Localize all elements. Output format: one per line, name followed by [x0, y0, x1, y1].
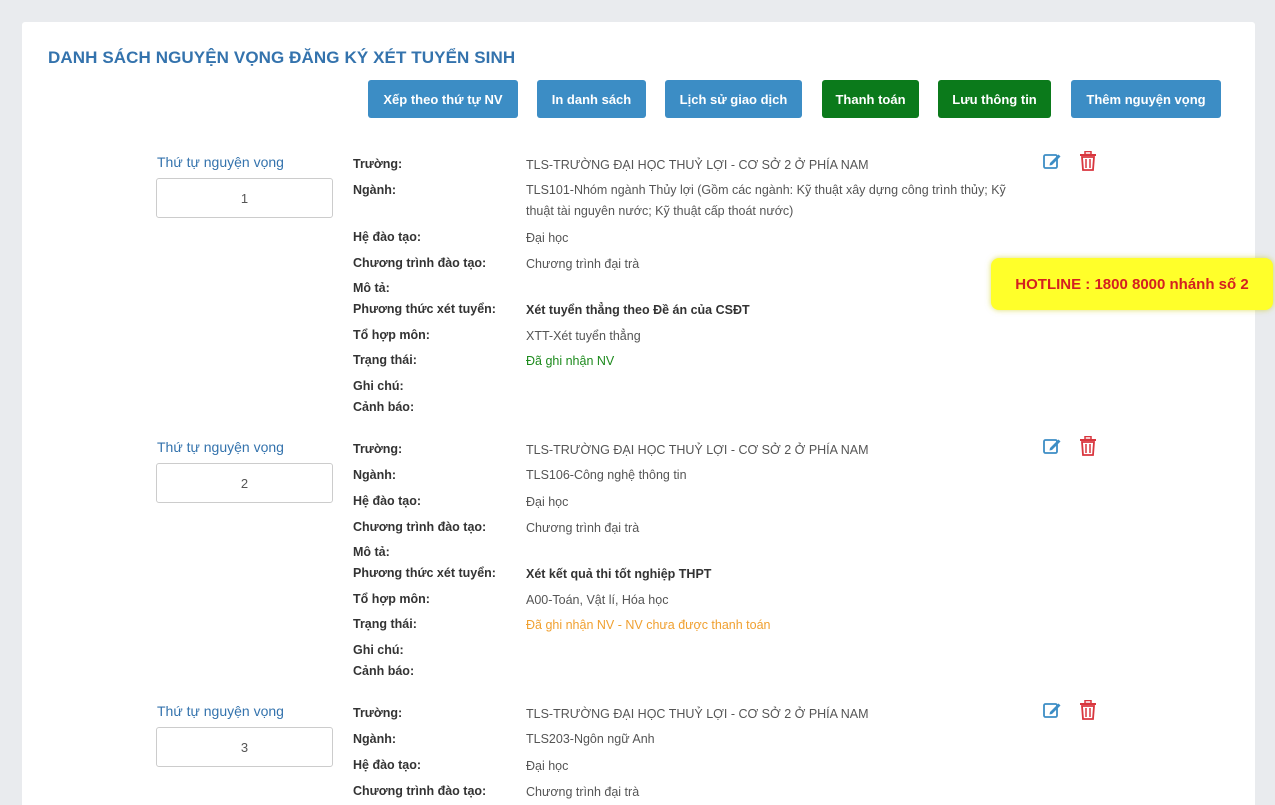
print-list-button[interactable]: In danh sách [537, 80, 646, 118]
combo-label: Tổ hợp môn: [353, 328, 430, 342]
warning-label: Cảnh báo: [353, 664, 415, 678]
page-title: DANH SÁCH NGUYỆN VỌNG ĐĂNG KÝ XÉT TUYỂN … [48, 48, 516, 67]
program-label: Chương trình đào tạo: [353, 520, 487, 534]
sort-by-order-button[interactable]: Xếp theo thứ tự NV [368, 80, 518, 118]
school-label: Trường: [353, 442, 403, 456]
order-label: Thứ tự nguyện vọng [157, 703, 284, 719]
main-card [22, 22, 1255, 805]
system-label: Hệ đào tạo: [353, 230, 422, 244]
system-label: Hệ đào tạo: [353, 758, 422, 772]
method-label: Phương thức xét tuyển: [353, 302, 496, 316]
major-label: Ngành: [353, 468, 397, 482]
status-label: Trạng thái: [353, 353, 417, 367]
transaction-history-button[interactable]: Lịch sử giao dịch [665, 80, 802, 118]
note-label: Ghi chú: [353, 643, 404, 657]
method-value: Xét tuyển thẳng theo Đề án của CSĐT [526, 303, 750, 317]
edit-icon[interactable] [1042, 700, 1062, 720]
major-value: TLS106-Công nghệ thông tin [526, 468, 687, 482]
system-value: Đại học [526, 759, 569, 773]
trash-icon[interactable] [1079, 435, 1099, 456]
system-value: Đại học [526, 495, 569, 509]
warning-label: Cảnh báo: [353, 400, 415, 414]
major-label: Ngành: [353, 732, 397, 746]
hotline-banner: HOTLINE : 1800 8000 nhánh số 2 [991, 258, 1273, 310]
status-value: Đã ghi nhận NV - NV chưa được thanh toán [526, 618, 771, 632]
edit-icon[interactable] [1042, 436, 1062, 456]
school-value: TLS-TRƯỜNG ĐẠI HỌC THUỶ LỢI - CƠ SỞ 2 Ở … [526, 707, 869, 721]
order-label: Thứ tự nguyện vọng [157, 439, 284, 455]
order-input[interactable]: 3 [156, 727, 333, 767]
method-value: Xét kết quả thi tốt nghiệp THPT [526, 567, 712, 581]
description-label: Mô tả: [353, 281, 390, 295]
program-label: Chương trình đào tạo: [353, 784, 487, 798]
order-input[interactable]: 2 [156, 463, 333, 503]
school-label: Trường: [353, 706, 403, 720]
status-label: Trạng thái: [353, 617, 417, 631]
program-label: Chương trình đào tạo: [353, 256, 487, 270]
payment-button[interactable]: Thanh toán [822, 80, 919, 118]
description-label: Mô tả: [353, 545, 390, 559]
program-value: Chương trình đại trà [526, 257, 640, 271]
combo-label: Tổ hợp môn: [353, 592, 430, 606]
trash-icon[interactable] [1079, 699, 1099, 720]
method-label: Phương thức xét tuyển: [353, 566, 496, 580]
trash-icon[interactable] [1079, 150, 1099, 171]
edit-icon[interactable] [1042, 151, 1062, 171]
school-value: TLS-TRƯỜNG ĐẠI HỌC THUỶ LỢI - CƠ SỞ 2 Ở … [526, 158, 869, 172]
toolbar: Xếp theo thứ tự NV In danh sách Lịch sử … [0, 80, 1275, 120]
program-value: Chương trình đại trà [526, 785, 640, 799]
system-label: Hệ đào tạo: [353, 494, 422, 508]
note-label: Ghi chú: [353, 379, 404, 393]
order-label: Thứ tự nguyện vọng [157, 154, 284, 170]
order-input[interactable]: 1 [156, 178, 333, 218]
status-value: Đã ghi nhận NV [526, 354, 615, 368]
major-label: Ngành: [353, 183, 397, 197]
major-value: TLS101-Nhóm ngành Thủy lợi (Gồm các ngàn… [526, 183, 1006, 218]
school-value: TLS-TRƯỜNG ĐẠI HỌC THUỶ LỢI - CƠ SỞ 2 Ở … [526, 443, 869, 457]
combo-value: A00-Toán, Vật lí, Hóa học [526, 593, 669, 607]
add-wish-button[interactable]: Thêm nguyện vọng [1071, 80, 1221, 118]
system-value: Đại học [526, 231, 569, 245]
save-info-button[interactable]: Lưu thông tin [938, 80, 1051, 118]
major-value: TLS203-Ngôn ngữ Anh [526, 732, 655, 746]
school-label: Trường: [353, 157, 403, 171]
program-value: Chương trình đại trà [526, 521, 640, 535]
combo-value: XTT-Xét tuyển thẳng [526, 329, 641, 343]
